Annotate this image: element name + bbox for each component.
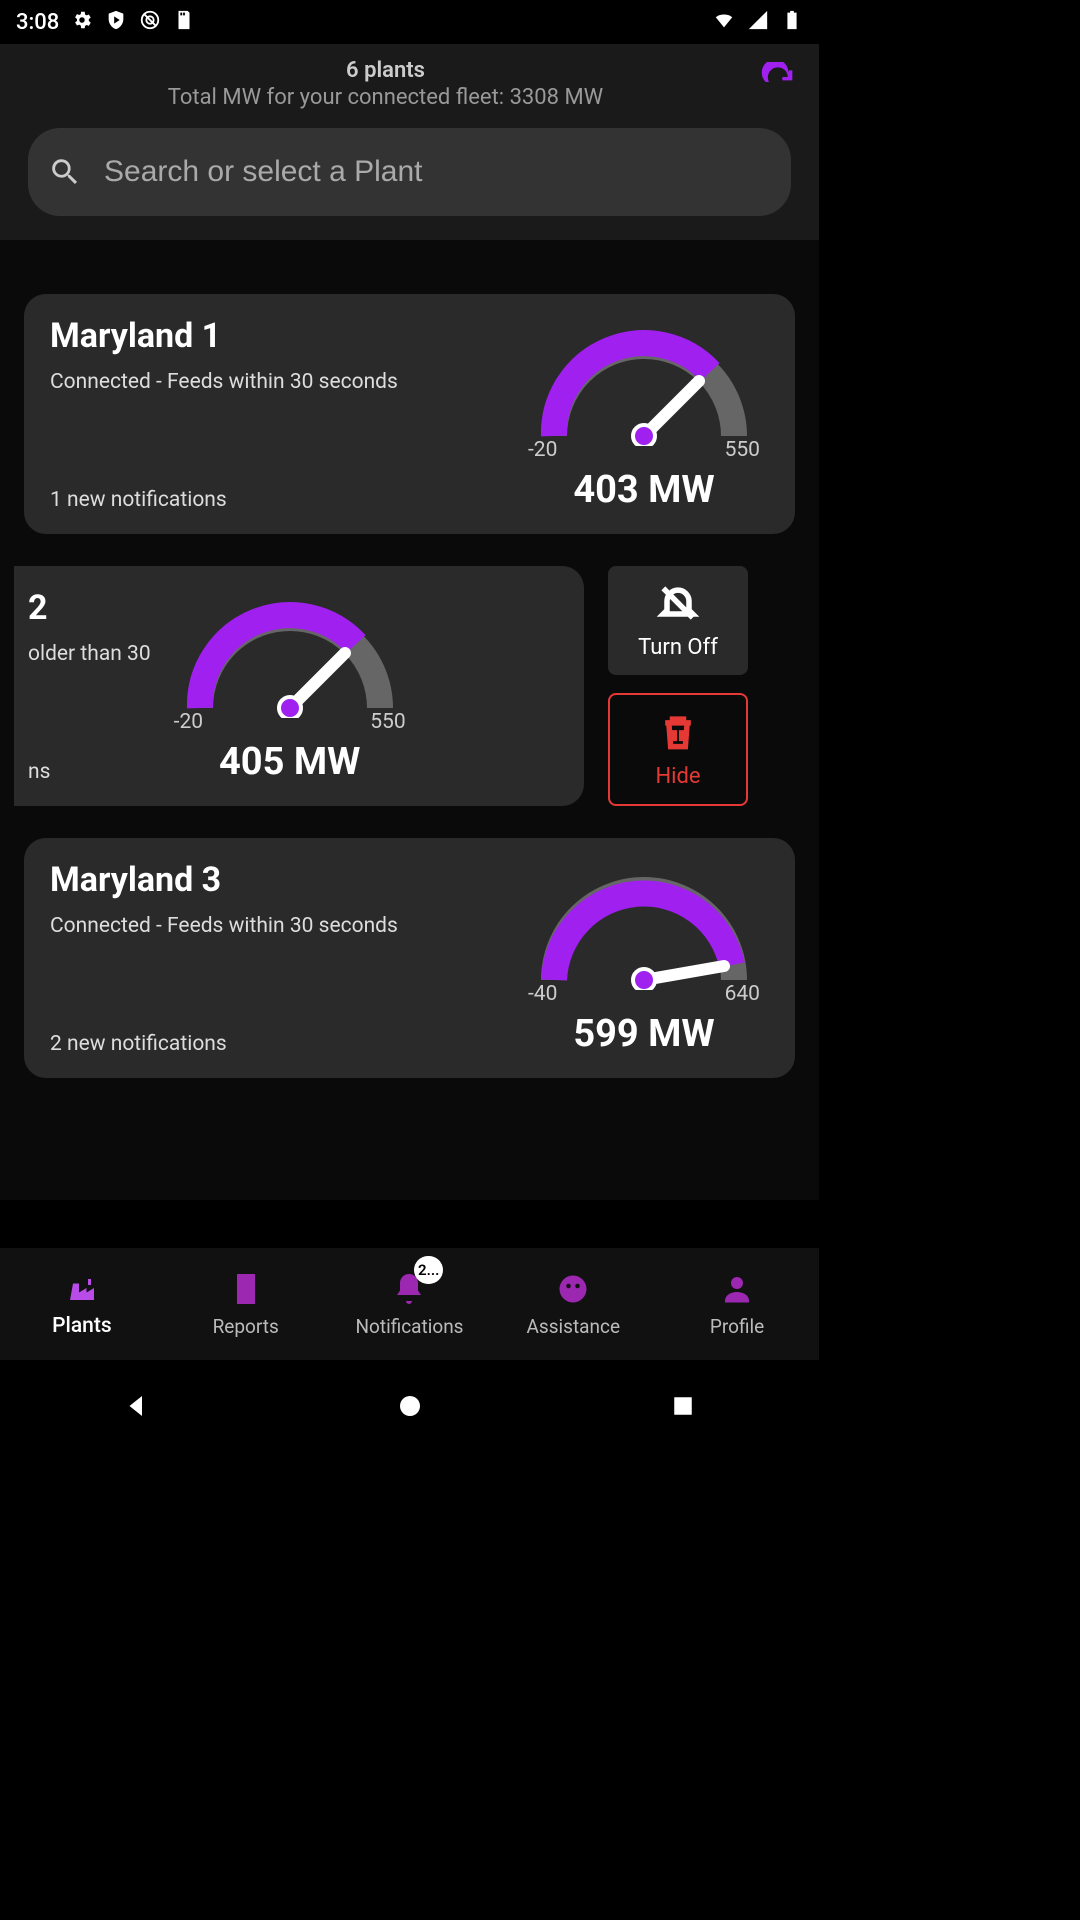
plant-name: Maryland 1 — [50, 316, 505, 356]
shield-play-icon — [105, 9, 127, 35]
person-icon — [719, 1271, 755, 1311]
fleet-total: Total MW for your connected fleet: 3308 … — [16, 85, 755, 110]
power-gauge — [524, 860, 764, 990]
nav-label: Plants — [52, 1314, 112, 1338]
android-statusbar: 3:08 — [0, 0, 819, 44]
nav-label: Notifications — [355, 1315, 463, 1338]
notification-badge: 2... — [414, 1256, 443, 1284]
recents-button[interactable] — [668, 1391, 698, 1425]
gauge-value: 403 MW — [573, 468, 714, 512]
plant-name: Maryland 3 — [50, 860, 505, 900]
nav-label: Profile — [710, 1315, 764, 1338]
signal-icon — [747, 9, 769, 35]
refresh-icon — [759, 62, 799, 102]
swiped-row: 2 older than 30 ns -20 550 405 M — [14, 566, 795, 806]
nav-label: Assistance — [527, 1315, 621, 1338]
bottom-nav: Plants Reports 2... Notifications Assist… — [0, 1248, 819, 1360]
turn-off-button[interactable]: Turn Off — [608, 566, 748, 675]
plant-status: Connected - Feeds within 30 seconds — [50, 370, 505, 394]
plant-notifications: 2 new notifications — [50, 1012, 505, 1056]
plant-status: older than 30 — [28, 642, 151, 666]
plant-notifications: 1 new notifications — [50, 468, 505, 512]
gear-icon — [71, 9, 93, 35]
app-header: 6 plants Total MW for your connected fle… — [0, 44, 819, 240]
factory-icon — [64, 1270, 100, 1310]
hide-button[interactable]: Hide — [608, 693, 748, 806]
gauge-value: 405 MW — [219, 740, 360, 784]
nav-label: Reports — [213, 1315, 279, 1338]
hide-label: Hide — [655, 764, 700, 789]
refresh-button[interactable] — [755, 58, 803, 106]
plant-list[interactable]: Maryland 1 Connected - Feeds within 30 s… — [0, 240, 819, 1200]
gauge-value: 599 MW — [573, 1012, 714, 1056]
nav-reports[interactable]: Reports — [164, 1248, 328, 1360]
nav-notifications[interactable]: 2... Notifications — [328, 1248, 492, 1360]
bell-off-icon — [656, 581, 700, 625]
no-sync-icon — [139, 9, 161, 35]
nav-profile[interactable]: Profile — [655, 1248, 819, 1360]
document-icon — [228, 1271, 264, 1311]
power-gauge — [524, 316, 764, 446]
nav-plants[interactable]: Plants — [0, 1248, 164, 1360]
search-input[interactable] — [104, 155, 771, 189]
plant-status: Connected - Feeds within 30 seconds — [50, 914, 505, 938]
plant-card[interactable]: Maryland 1 Connected - Feeds within 30 s… — [24, 294, 795, 534]
wifi-icon — [713, 9, 735, 35]
plant-name: 2 — [28, 588, 151, 628]
back-button[interactable] — [122, 1391, 152, 1425]
power-gauge — [170, 588, 410, 718]
android-navbar — [0, 1360, 819, 1456]
turn-off-label: Turn Off — [638, 635, 718, 660]
statusbar-time: 3:08 — [16, 10, 59, 35]
sdcard-icon — [173, 9, 195, 35]
battery-icon — [781, 9, 803, 35]
plants-count: 6 plants — [16, 58, 755, 83]
plant-card[interactable]: Maryland 3 Connected - Feeds within 30 s… — [24, 838, 795, 1078]
plant-notifications: ns — [28, 740, 151, 784]
plant-card[interactable]: 2 older than 30 ns -20 550 405 M — [14, 566, 584, 806]
face-icon — [555, 1271, 591, 1311]
search-icon — [48, 155, 82, 189]
nav-assistance[interactable]: Assistance — [491, 1248, 655, 1360]
home-button[interactable] — [395, 1391, 425, 1425]
trash-icon — [656, 710, 700, 754]
search-bar[interactable] — [28, 128, 791, 216]
